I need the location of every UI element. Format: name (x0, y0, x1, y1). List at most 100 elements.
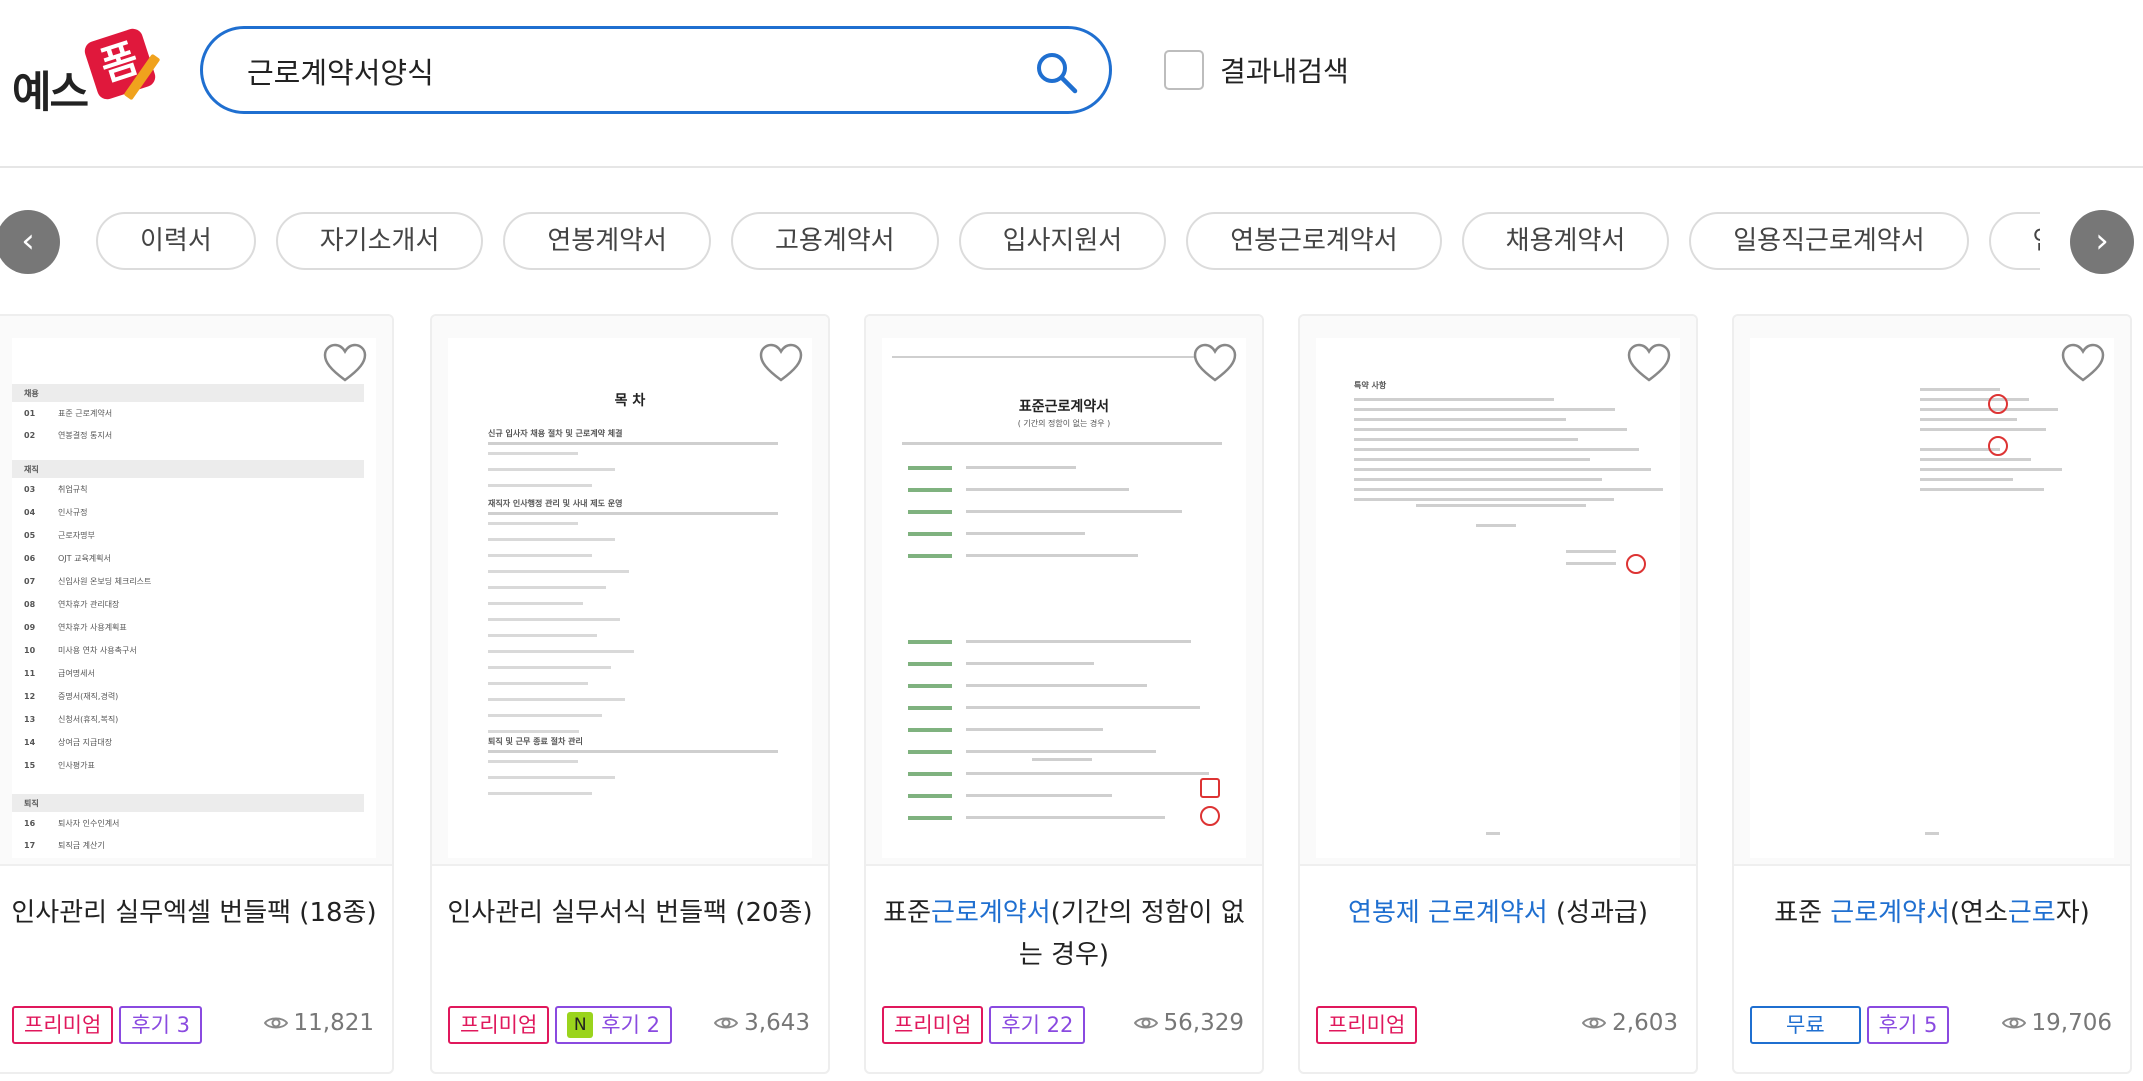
view-count-value: 2,603 (1612, 1010, 1678, 1036)
text-line (1354, 398, 1554, 401)
clause-text (966, 554, 1138, 557)
clause-text (966, 706, 1200, 709)
product-title[interactable]: 인사관리 실무엑셀 번들팩 (18종) (10, 892, 378, 934)
search-within-results[interactable]: 결과내검색 (1164, 48, 1349, 92)
keyword-chip[interactable]: 입사지원서 (958, 212, 1167, 270)
clause-text (966, 794, 1112, 797)
product-card[interactable]: 채용 재직 퇴직 01 표준 근로계약서 02 연봉결정 통지서 03 취업규칙 04 인사규… (0, 314, 394, 1074)
review-badge[interactable]: 후기 22 (989, 1006, 1086, 1044)
index-number: 14 (24, 738, 36, 747)
clause-label (908, 772, 952, 776)
product-card[interactable]: 특약 사항 연봉제 근로계약서 (성과급) 프리미엄 2,603 (1298, 314, 1698, 1074)
product-card[interactable]: 목 차 신규 입사자 채용 절차 및 근로계약 체결 재직자 인사행정 관리 및… (430, 314, 830, 1074)
product-title[interactable]: 표준 근로계약서(연소근로자) (1748, 892, 2116, 934)
toc-line (488, 452, 578, 455)
review-badge[interactable]: N 후기 2 (555, 1006, 672, 1044)
clause-text (966, 510, 1182, 513)
review-badge[interactable]: 후기 3 (119, 1006, 202, 1044)
index-number: 03 (24, 485, 36, 494)
heart-icon[interactable] (1192, 342, 1238, 384)
index-label: 신입사원 온보딩 체크리스트 (58, 577, 152, 586)
review-badge[interactable]: 후기 5 (1866, 1006, 1950, 1044)
clause-text (966, 750, 1156, 753)
clause-text (966, 532, 1085, 535)
search-icon[interactable] (1033, 49, 1079, 95)
index-label: 연차휴가 관리대장 (58, 600, 120, 609)
view-count: 2,603 (1582, 1010, 1678, 1036)
index-label: 표준 근로계약서 (58, 409, 113, 418)
seal-stamp (1988, 436, 2008, 456)
clause-label (908, 816, 952, 820)
index-number: 05 (24, 531, 36, 540)
product-thumbnail[interactable]: 표준근로계약서 ( 기간의 정함이 없는 경우 ) (866, 316, 1262, 866)
text-line (1354, 458, 1590, 461)
search-input[interactable] (247, 47, 1007, 95)
section-label: 신규 입사자 채용 절차 및 근로계약 체결 (488, 429, 623, 438)
heart-icon[interactable] (2060, 342, 2106, 384)
product-title[interactable]: 표준근로계약서(기간의 정함이 없는 경우) (880, 892, 1248, 976)
index-row: 17 퇴직금 계산기 (24, 840, 364, 851)
section-label: 재직자 인사행정 관리 및 사내 제도 운영 (488, 499, 623, 508)
text-line (1566, 562, 1616, 565)
keyword-chip[interactable]: 고용계약서 (730, 212, 939, 270)
eye-icon (2001, 1017, 2026, 1029)
index-row: 15 인사평가표 (24, 760, 364, 771)
toc-line (488, 586, 606, 589)
date-line (1032, 758, 1092, 761)
keyword-chip[interactable]: 이력서 (96, 212, 256, 270)
keyword-chip[interactable]: 연봉계약서 (503, 212, 711, 270)
product-card[interactable]: 표준 근로계약서(연소근로자) 무료 후기 5 19,706 (1732, 314, 2132, 1074)
heart-icon[interactable] (758, 342, 804, 384)
premium-badge: 프리미엄 (12, 1006, 114, 1044)
keyword-chip[interactable]: 연봉근로계약서 (1186, 212, 1442, 270)
heart-icon[interactable] (322, 342, 368, 384)
document-title: 목 차 (614, 393, 646, 409)
index-number: 06 (24, 554, 36, 563)
index-number: 07 (24, 577, 36, 586)
toc-line (488, 730, 579, 733)
product-thumbnail[interactable]: 목 차 신규 입사자 채용 절차 및 근로계약 체결 재직자 인사행정 관리 및… (432, 316, 828, 866)
view-count-value: 19,706 (2031, 1010, 2112, 1036)
text-line (1476, 524, 1516, 527)
product-thumbnail[interactable] (1734, 316, 2130, 866)
product-tags: 무료 후기 5 (1750, 1006, 1955, 1044)
clause-label (908, 532, 952, 536)
index-label: 연차휴가 사용계획표 (58, 623, 127, 632)
eye-icon (263, 1017, 288, 1029)
toc-line (488, 776, 615, 779)
index-number: 16 (24, 819, 36, 828)
clause-label (908, 728, 952, 732)
clause-text (966, 488, 1129, 491)
divider (488, 442, 778, 445)
text-line (1920, 428, 2046, 431)
toc-line (488, 714, 602, 717)
product-thumbnail[interactable]: 채용 재직 퇴직 01 표준 근로계약서 02 연봉결정 통지서 03 취업규칙 04 인사규… (0, 316, 392, 866)
toc-line (488, 650, 634, 653)
toc-line (488, 570, 629, 573)
heart-icon[interactable] (1626, 342, 1672, 384)
toc-line (488, 618, 620, 621)
site-logo[interactable]: 예스 폼 (12, 26, 162, 118)
toc-line (488, 468, 615, 471)
chevron-right-icon[interactable]: › (2070, 210, 2134, 274)
product-card[interactable]: 표준근로계약서 ( 기간의 정함이 없는 경우 ) 표준근로계약서(기간의 정함… (864, 314, 1264, 1074)
text-line (1354, 468, 1651, 471)
keyword-chip[interactable]: 일용직근로계약서 (1689, 212, 1969, 270)
keyword-chip[interactable]: 연봉제근로계약서 (1988, 212, 2040, 270)
keyword-chip[interactable]: 자기소개서 (275, 212, 484, 270)
clause-label (908, 794, 952, 798)
toc-line (488, 554, 592, 557)
index-number: 09 (24, 623, 36, 632)
product-title[interactable]: 연봉제 근로계약서 (성과급) (1314, 892, 1682, 934)
search-within-checkbox[interactable] (1164, 50, 1204, 90)
index-number: 04 (24, 508, 36, 517)
text-line (1566, 550, 1616, 553)
clause-label (908, 554, 952, 558)
keyword-chip[interactable]: 채용계약서 (1461, 212, 1670, 270)
product-title[interactable]: 인사관리 실무서식 번들팩 (20종) (446, 892, 814, 934)
chevron-left-icon[interactable]: ‹ (0, 210, 60, 274)
index-number: 15 (24, 761, 36, 770)
product-thumbnail[interactable]: 특약 사항 (1300, 316, 1696, 866)
title-highlight: 근로 (2007, 898, 2056, 928)
index-row: 04 인사규정 (24, 507, 364, 518)
